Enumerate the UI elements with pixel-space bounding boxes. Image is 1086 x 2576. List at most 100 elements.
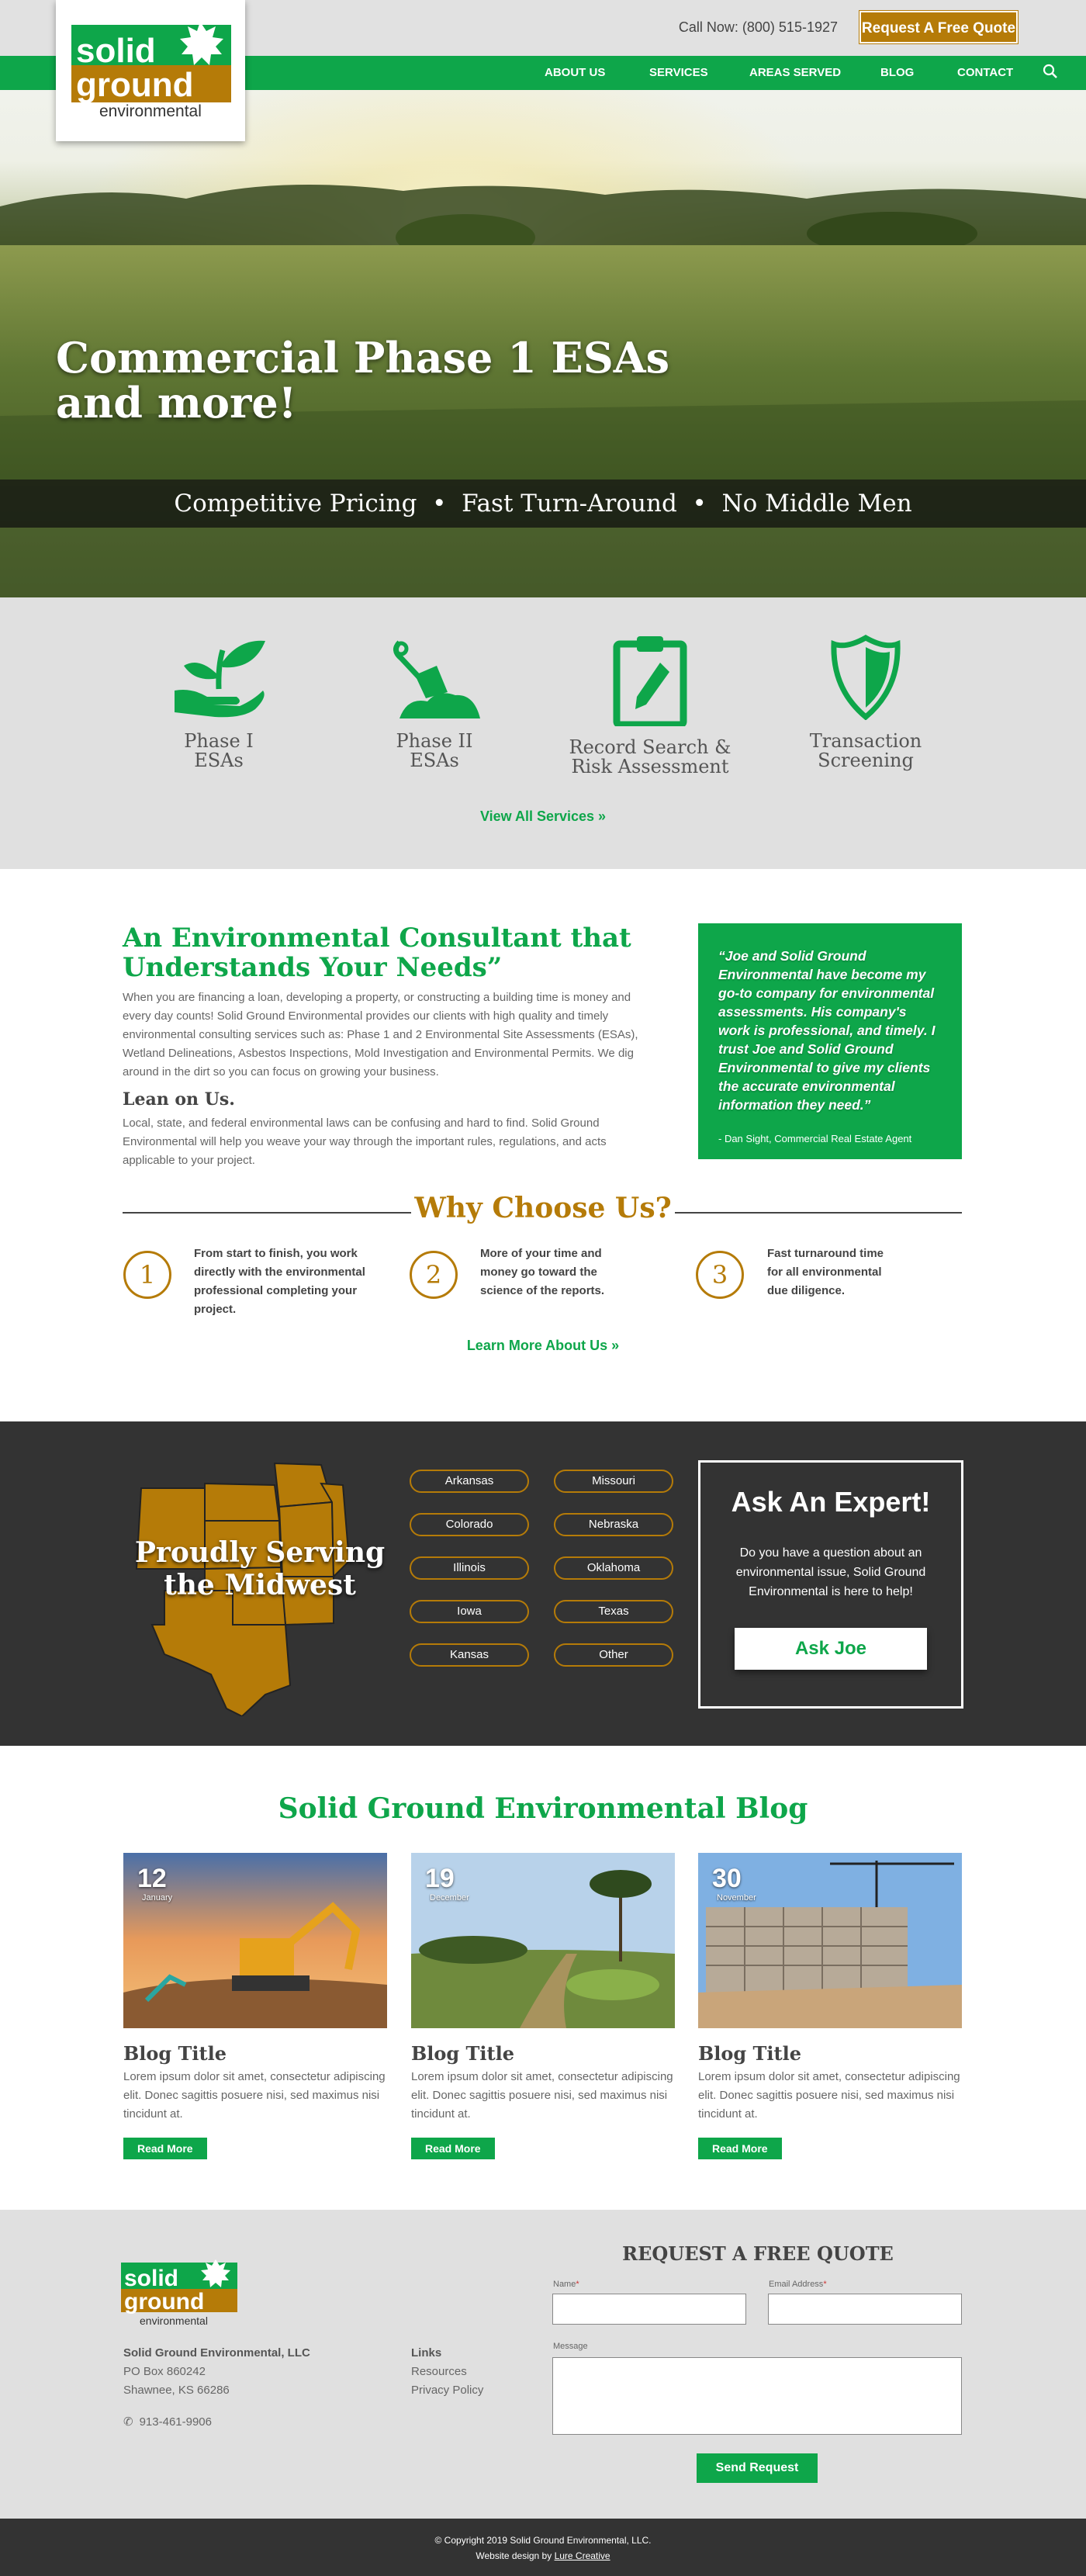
- service-label: Risk Assessment: [571, 756, 729, 777]
- footer-link-privacy[interactable]: Privacy Policy: [411, 2384, 483, 2397]
- lean-paragraph: Local, state, and federal environmental …: [123, 1117, 607, 1167]
- blog-post-title[interactable]: Blog Title: [411, 2042, 675, 2065]
- shield-icon: [831, 634, 901, 721]
- service-label: Record Search &: [569, 736, 731, 758]
- state-arkansas[interactable]: Arkansas: [410, 1470, 529, 1493]
- ask-an-expert-box: Ask An Expert! Do you have a question ab…: [698, 1460, 963, 1709]
- nav-about-us[interactable]: ABOUT US: [545, 56, 605, 90]
- services-section: Phase I ESAs Phase II ESAs Record Search &…: [0, 597, 1086, 869]
- blog-post-title[interactable]: Blog Title: [698, 2042, 962, 2065]
- svg-text:solid: solid: [124, 2266, 178, 2291]
- post-date-day: 30: [712, 1864, 742, 1893]
- name-label-text: Name: [553, 2280, 576, 2289]
- blog-post-title[interactable]: Blog Title: [123, 2042, 387, 2065]
- message-label: Message: [553, 2342, 588, 2351]
- post-date-month: January: [142, 1893, 173, 1903]
- nav-blog[interactable]: BLOG: [880, 56, 914, 90]
- service-label: Phase II: [396, 730, 473, 752]
- service-label: Screening: [818, 750, 914, 771]
- blog-post: 12 January Blog Title Lorem ipsum dolor …: [123, 1853, 387, 2159]
- service-phase-2[interactable]: Phase II ESAs: [349, 635, 520, 770]
- service-label: Phase I: [184, 730, 254, 752]
- state-colorado[interactable]: Colorado: [410, 1513, 529, 1536]
- site-logo[interactable]: solid ground environmental: [56, 0, 245, 141]
- ask-joe-button[interactable]: Ask Joe: [735, 1628, 927, 1670]
- footer-logo[interactable]: solid ground environmental: [121, 2258, 245, 2331]
- blog-post-image[interactable]: 30 November: [698, 1853, 962, 2028]
- why-choose-us-title: Why Choose Us?: [414, 1192, 672, 1224]
- hero-title-line-1: Commercial Phase 1 ESAs: [56, 333, 670, 383]
- credit-link[interactable]: Lure Creative: [555, 2550, 610, 2561]
- service-record-search[interactable]: Record Search & Risk Assessment: [565, 635, 735, 777]
- blog-post-excerpt: Lorem ipsum dolor sit amet, consectetur …: [698, 2070, 960, 2121]
- required-mark: *: [823, 2280, 827, 2289]
- post-date-month: November: [717, 1893, 756, 1903]
- svg-text:ground: ground: [124, 2289, 204, 2315]
- credit-prefix: Website design by: [476, 2550, 555, 2561]
- message-field[interactable]: [552, 2357, 962, 2435]
- state-nebraska[interactable]: Nebraska: [554, 1513, 673, 1536]
- why-number-2: 2: [410, 1251, 458, 1299]
- website-credit: Website design by Lure Creative: [0, 2548, 1086, 2564]
- email-field[interactable]: [768, 2294, 962, 2325]
- nav-areas-served[interactable]: AREAS SERVED: [749, 56, 841, 90]
- post-date-month: December: [430, 1893, 469, 1903]
- proudly-serving-title: Proudly Serving the Midwest: [134, 1536, 386, 1601]
- read-more-button[interactable]: Read More: [123, 2138, 207, 2159]
- about-title: An Environmental Consultant that Underst…: [123, 923, 631, 983]
- state-missouri[interactable]: Missouri: [554, 1470, 673, 1493]
- email-label: Email Address*: [769, 2280, 827, 2289]
- name-field[interactable]: [552, 2294, 746, 2325]
- state-other[interactable]: Other: [554, 1643, 673, 1667]
- footer-phone-number: 913-461-9906: [139, 2415, 212, 2429]
- ask-expert-text: Do you have a question about an environm…: [735, 1546, 926, 1598]
- blog-post-image[interactable]: 19 December: [411, 1853, 675, 2028]
- clipboard-icon: [613, 636, 687, 729]
- blog-section-title: Solid Ground Environmental Blog: [278, 1792, 808, 1825]
- blog-post-image[interactable]: 12 January: [123, 1853, 387, 2028]
- why-number-3: 3: [696, 1251, 744, 1299]
- quote-form-title: REQUEST A FREE QUOTE: [622, 2242, 894, 2265]
- footer-phone[interactable]: ✆ 913-461-9906: [123, 2415, 212, 2429]
- hero-title-line-2: and more!: [56, 378, 297, 428]
- testimonial-box: “Joe and Solid Ground Environmental have…: [698, 923, 962, 1159]
- post-date-day: 12: [137, 1864, 167, 1893]
- hero-banner: Commercial Phase 1 ESAs and more! Compet…: [0, 90, 1086, 597]
- request-quote-button[interactable]: Request A Free Quote: [859, 10, 1019, 44]
- footer-link-resources[interactable]: Resources: [411, 2365, 467, 2378]
- call-now-text[interactable]: Call Now: (800) 515-1927: [679, 19, 838, 36]
- service-label: Transaction: [809, 730, 922, 752]
- read-more-button[interactable]: Read More: [698, 2138, 782, 2159]
- why-text-3: Fast turnaround time for all environment…: [767, 1247, 884, 1297]
- search-icon[interactable]: [1043, 64, 1058, 82]
- footer-address-line-1: PO Box 860242: [123, 2365, 206, 2378]
- why-text-2: More of your time and money go toward th…: [480, 1247, 605, 1297]
- plant-hand-icon: [175, 640, 265, 718]
- ask-expert-title: Ask An Expert!: [731, 1486, 931, 1518]
- learn-more-about-us-link[interactable]: Learn More About Us »: [0, 1338, 1086, 1354]
- hero-tagline-strip: Competitive Pricing • Fast Turn-Around •…: [0, 480, 1086, 528]
- state-oklahoma[interactable]: Oklahoma: [554, 1556, 673, 1580]
- testimonial-author: - Dan Sight, Commercial Real Estate Agen…: [718, 1133, 912, 1144]
- why-text-1: From start to finish, you work directly …: [194, 1247, 365, 1316]
- footer-company-name: Solid Ground Environmental, LLC: [123, 2346, 310, 2360]
- state-texas[interactable]: Texas: [554, 1600, 673, 1623]
- blog-post: 19 December Blog Title Lorem ipsum dolor…: [411, 1853, 675, 2159]
- state-illinois[interactable]: Illinois: [410, 1556, 529, 1580]
- service-transaction-screening[interactable]: Transaction Screening: [780, 634, 951, 771]
- service-area-section: Proudly Serving the Midwest Arkansas Mis…: [0, 1421, 1086, 1746]
- name-label: Name*: [553, 2280, 579, 2289]
- read-more-button[interactable]: Read More: [411, 2138, 495, 2159]
- service-phase-1[interactable]: Phase I ESAs: [133, 635, 304, 770]
- why-number-1: 1: [123, 1251, 171, 1299]
- nav-contact[interactable]: CONTACT: [957, 56, 1013, 90]
- blog-post-excerpt: Lorem ipsum dolor sit amet, consectetur …: [411, 2070, 673, 2121]
- svg-text:solid: solid: [76, 32, 156, 70]
- footer: solid ground environmental Solid Ground …: [0, 2210, 1086, 2519]
- state-iowa[interactable]: Iowa: [410, 1600, 529, 1623]
- state-kansas[interactable]: Kansas: [410, 1643, 529, 1667]
- footer-address-line-2: Shawnee, KS 66286: [123, 2384, 230, 2397]
- view-all-services-link[interactable]: View All Services »: [0, 808, 1086, 825]
- send-request-button[interactable]: Send Request: [697, 2453, 818, 2483]
- nav-services[interactable]: SERVICES: [649, 56, 708, 90]
